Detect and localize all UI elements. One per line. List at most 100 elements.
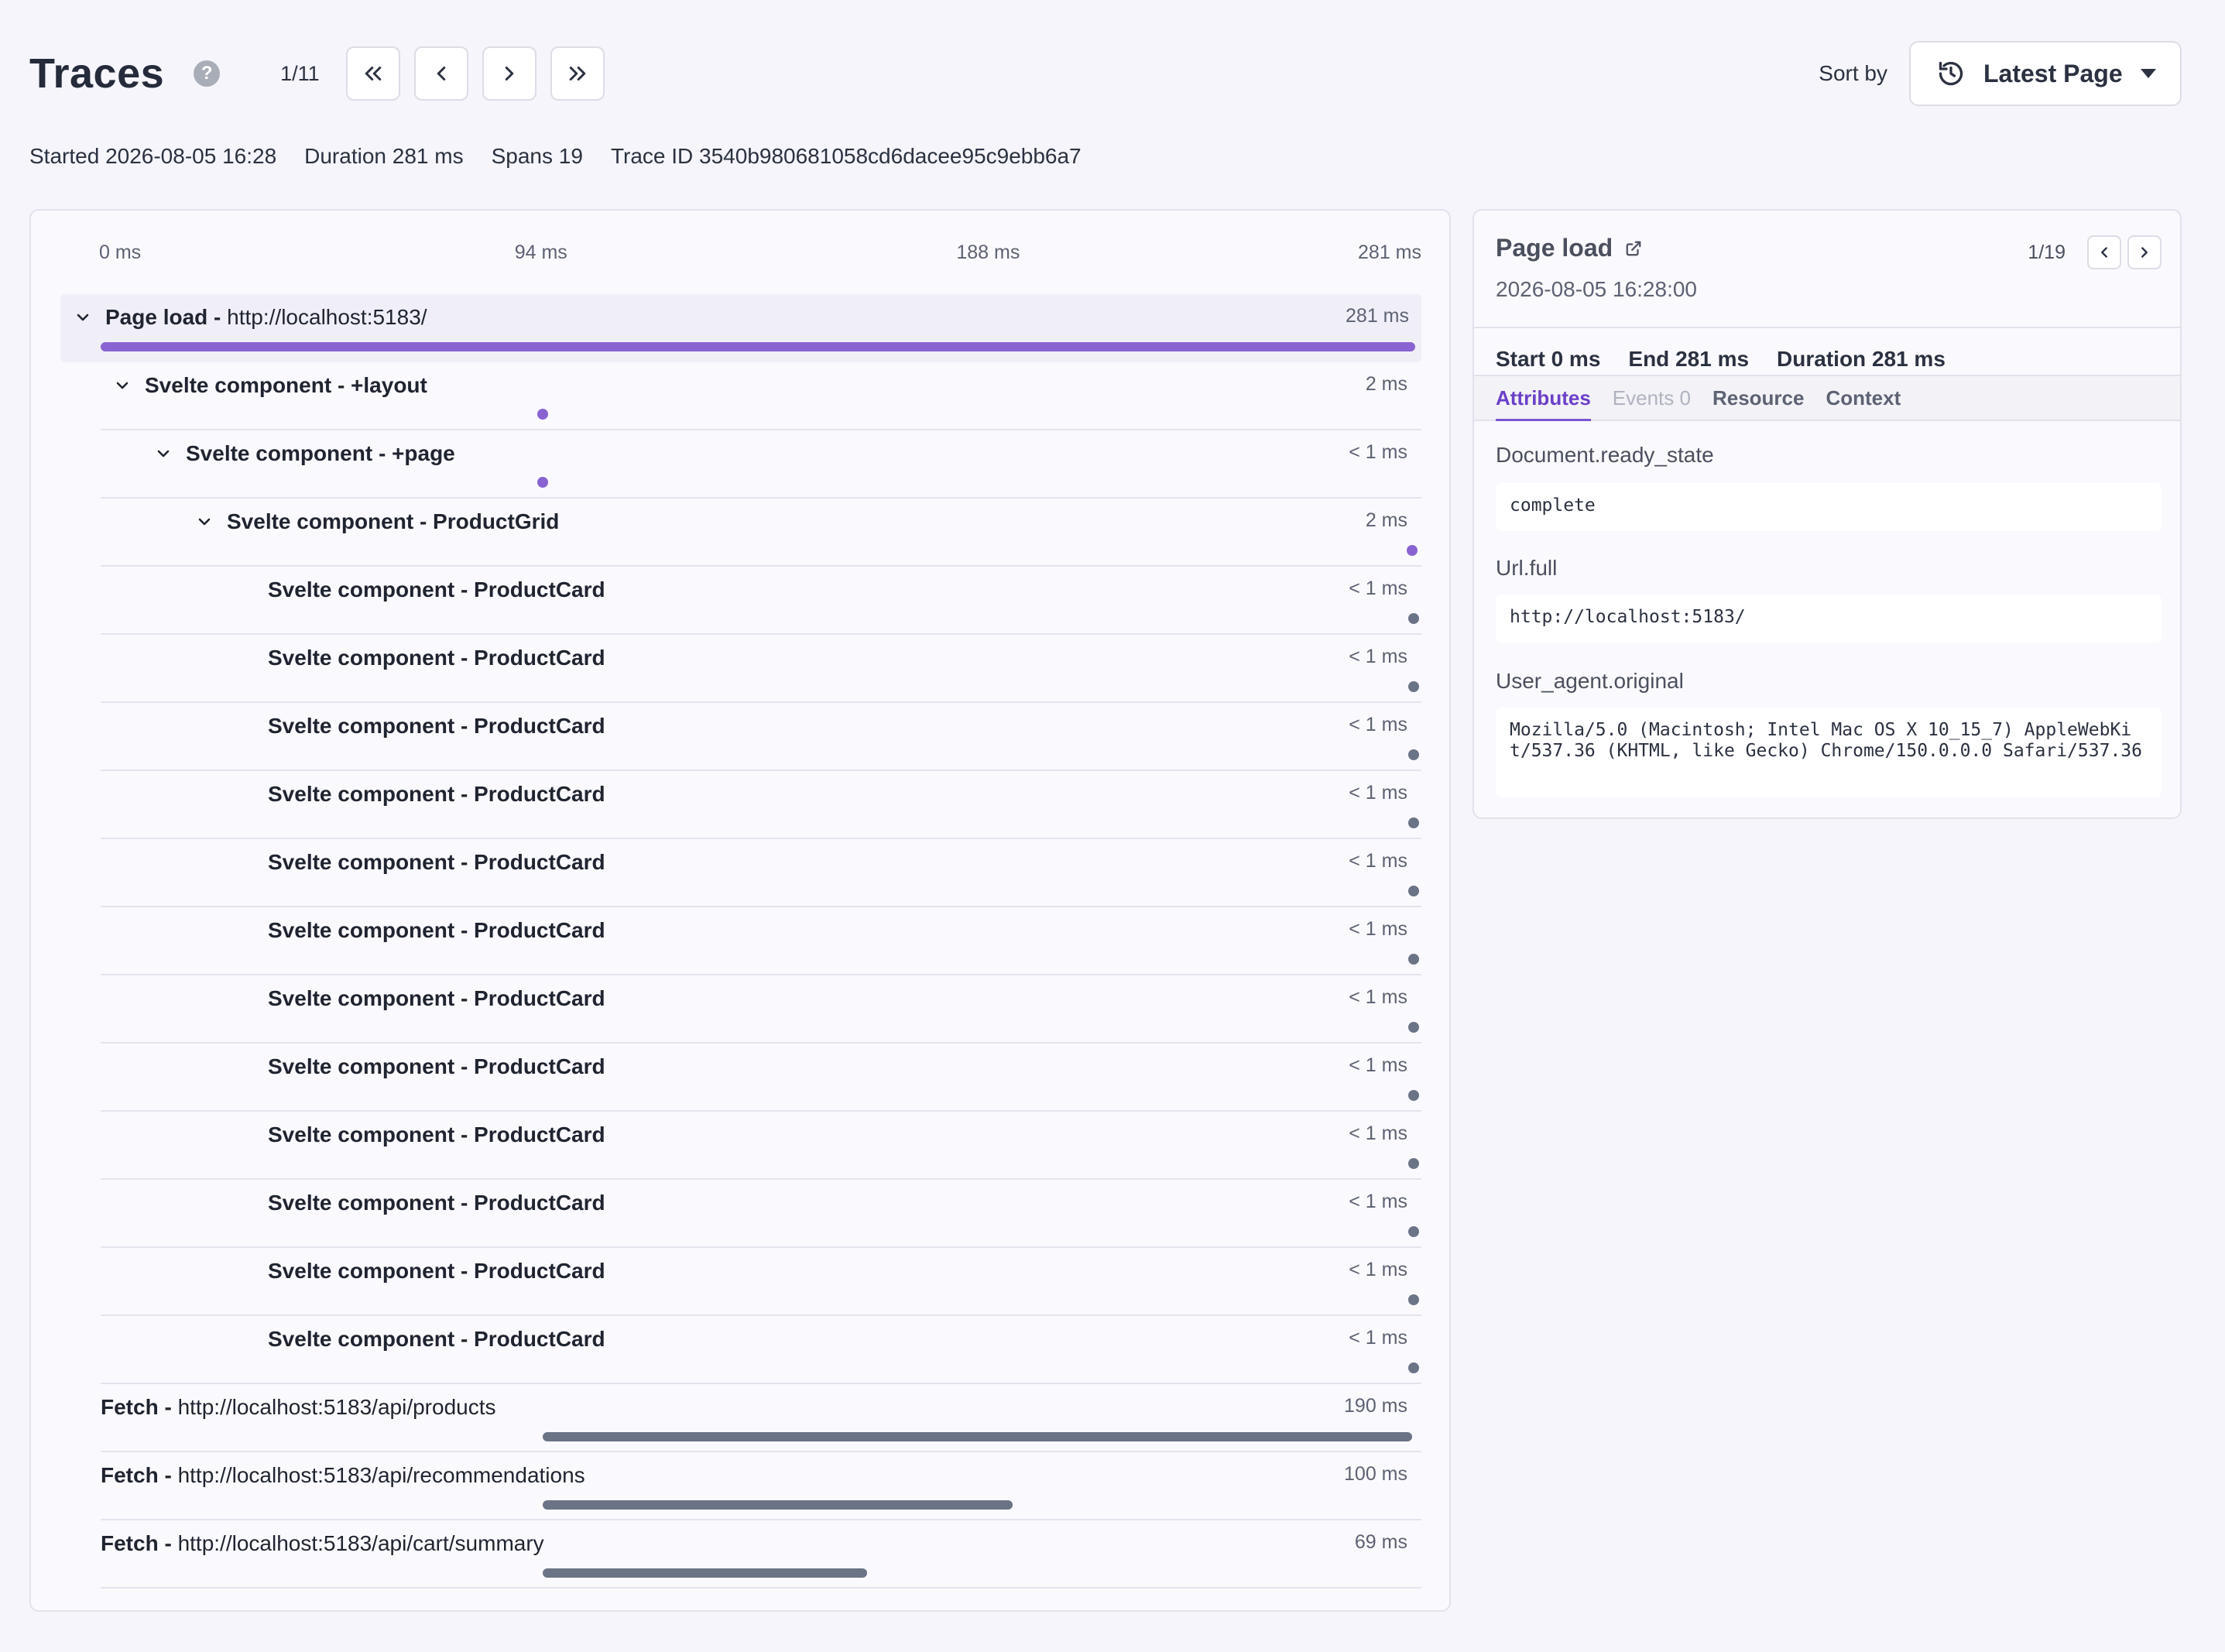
axis-tick: 0 ms: [99, 242, 142, 263]
span-row[interactable]: Svelte component - ProductCard < 1 ms: [101, 771, 1421, 839]
span-name: Fetch - http://localhost:5183/api/cart/s…: [101, 1531, 544, 1556]
span-marker: [1408, 1022, 1419, 1033]
span-row[interactable]: Svelte component - ProductCard < 1 ms: [101, 703, 1421, 771]
chevron-left-icon: [437, 67, 445, 81]
chevron-right-icon: [2141, 247, 2148, 258]
span-row[interactable]: Fetch - http://localhost:5183/api/cart/s…: [101, 1520, 1421, 1589]
chevron-down-icon[interactable]: [194, 512, 214, 532]
span-marker: [1408, 817, 1419, 828]
span-row[interactable]: Page load - http://localhost:5183/281 ms: [60, 294, 1421, 362]
span-row[interactable]: Svelte component - ProductCard < 1 ms: [101, 1180, 1421, 1248]
axis-tick: 281 ms: [1358, 242, 1421, 263]
detail-prev-button[interactable]: [2087, 235, 2121, 269]
span-marker: [537, 409, 548, 420]
span-duration: < 1 ms: [1349, 1191, 1407, 1212]
meta-spans: Spans 19: [491, 144, 583, 168]
span-label: Svelte component - ProductCard: [268, 714, 605, 738]
question-circle-icon[interactable]: ?: [194, 60, 221, 87]
span-label: Svelte component - ProductCard: [268, 646, 605, 670]
span-header: Fetch - http://localhost:5183/api/cart/s…: [101, 1530, 1421, 1558]
span-header: Fetch - http://localhost:5183/api/produc…: [101, 1393, 1421, 1421]
tab-attributes[interactable]: Attributes: [1496, 386, 1591, 421]
span-duration: < 1 ms: [1349, 1327, 1407, 1349]
detail-start: Start 0 ms: [1496, 347, 1601, 371]
tab-context[interactable]: Context: [1826, 386, 1901, 421]
sort-dropdown[interactable]: Latest Page: [1909, 41, 2182, 106]
span-row[interactable]: Fetch - http://localhost:5183/api/produc…: [101, 1384, 1421, 1452]
detail-pager-count: 1/19: [2028, 241, 2066, 263]
span-duration: 281 ms: [1346, 305, 1409, 327]
external-link-icon[interactable]: [1625, 240, 1642, 257]
span-row[interactable]: Svelte component - ProductCard < 1 ms: [101, 975, 1421, 1044]
span-row[interactable]: Svelte component - ProductGrid 2 ms: [101, 499, 1421, 567]
detail-title-row: Page load: [1496, 234, 1642, 262]
span-duration: < 1 ms: [1349, 850, 1407, 872]
span-name: Svelte component - ProductCard: [268, 1191, 605, 1215]
span-row[interactable]: Svelte component - +layout 2 ms: [101, 362, 1421, 430]
span-row[interactable]: Fetch - http://localhost:5183/api/recomm…: [101, 1452, 1421, 1520]
last-page-button[interactable]: [550, 46, 605, 101]
span-row[interactable]: Svelte component - ProductCard < 1 ms: [101, 1112, 1421, 1180]
span-row[interactable]: Svelte component - ProductCard < 1 ms: [101, 1316, 1421, 1384]
span-name: Svelte component - ProductCard: [268, 714, 605, 739]
span-duration: < 1 ms: [1349, 714, 1407, 735]
span-marker: [1408, 1226, 1419, 1237]
timeline-axis: 0 ms 94 ms 188 ms 281 ms: [31, 242, 1449, 269]
span-duration: 190 ms: [1344, 1395, 1407, 1417]
span-row[interactable]: Svelte component - +page < 1 ms: [101, 430, 1421, 499]
span-header: Svelte component - ProductCard: [101, 644, 1421, 672]
detail-stats: Start 0 ms End 281 ms Duration 281 ms: [1496, 339, 1973, 379]
span-duration: 2 ms: [1365, 509, 1407, 531]
tab-events[interactable]: Events 0: [1613, 386, 1691, 421]
chevron-down-icon[interactable]: [73, 307, 93, 327]
next-page-button[interactable]: [482, 46, 537, 101]
previous-page-button[interactable]: [413, 46, 468, 101]
span-label: Page load -: [105, 305, 228, 329]
span-marker: [1408, 1158, 1419, 1169]
span-name: Svelte component - ProductCard: [268, 782, 605, 807]
span-duration: < 1 ms: [1349, 441, 1407, 463]
span-header: Svelte component - ProductCard: [101, 780, 1421, 808]
page-title: Traces: [29, 50, 165, 97]
trace-meta: Started 2026-08-05 16:28 Duration 281 ms…: [29, 144, 1109, 169]
span-header: Svelte component - ProductCard: [101, 1121, 1421, 1149]
span-row[interactable]: Svelte component - ProductCard < 1 ms: [101, 635, 1421, 703]
span-header: Svelte component - ProductCard: [101, 1325, 1421, 1353]
span-bar: [101, 342, 1415, 351]
span-header: Svelte component - ProductCard: [101, 712, 1421, 740]
detail-pager: 1/19: [2028, 235, 2162, 269]
tab-resource[interactable]: Resource: [1712, 386, 1805, 421]
chevron-down-icon[interactable]: [153, 444, 173, 464]
span-label: Fetch -: [101, 1395, 178, 1419]
span-row[interactable]: Svelte component - ProductCard < 1 ms: [101, 1044, 1421, 1112]
span-label: Svelte component - ProductCard: [268, 918, 605, 942]
span-row[interactable]: Svelte component - ProductCard < 1 ms: [101, 567, 1421, 635]
trace-pager-count: 1/11: [280, 61, 320, 85]
span-marker: [537, 477, 548, 488]
detail-end: End 281 ms: [1628, 347, 1750, 371]
span-header: Svelte component - ProductCard: [101, 848, 1421, 876]
span-duration: < 1 ms: [1349, 986, 1407, 1008]
span-header: Svelte component - ProductCard: [101, 1257, 1421, 1285]
span-header: Svelte component - +layout: [101, 372, 1421, 399]
span-row[interactable]: Svelte component - ProductCard < 1 ms: [101, 1248, 1421, 1316]
span-marker: [1408, 1090, 1419, 1101]
meta-trace-id: Trace ID 3540b980681058cd6dacee95c9ebb6a…: [610, 144, 1082, 168]
span-label: Svelte component - ProductCard: [268, 1122, 605, 1146]
span-row[interactable]: Svelte component - ProductCard < 1 ms: [101, 907, 1421, 975]
span-label: Svelte component - ProductCard: [268, 1259, 605, 1283]
chevron-down-icon[interactable]: [112, 375, 132, 396]
attribute-value: complete: [1496, 483, 2162, 531]
span-duration: < 1 ms: [1349, 578, 1407, 599]
divider: [1474, 327, 2180, 328]
span-name: Svelte component - +layout: [145, 373, 427, 398]
attribute-key: User_agent.original: [1496, 669, 1684, 693]
span-name: Svelte component - +page: [186, 441, 455, 466]
span-marker: [1408, 886, 1419, 896]
span-bar: [542, 1432, 1412, 1441]
first-page-button[interactable]: [345, 46, 400, 101]
span-row[interactable]: Svelte component - ProductCard < 1 ms: [101, 839, 1421, 907]
detail-next-button[interactable]: [2127, 235, 2162, 269]
meta-started: Started 2026-08-05 16:28: [29, 144, 277, 168]
attribute-key: Url.full: [1496, 556, 1558, 580]
